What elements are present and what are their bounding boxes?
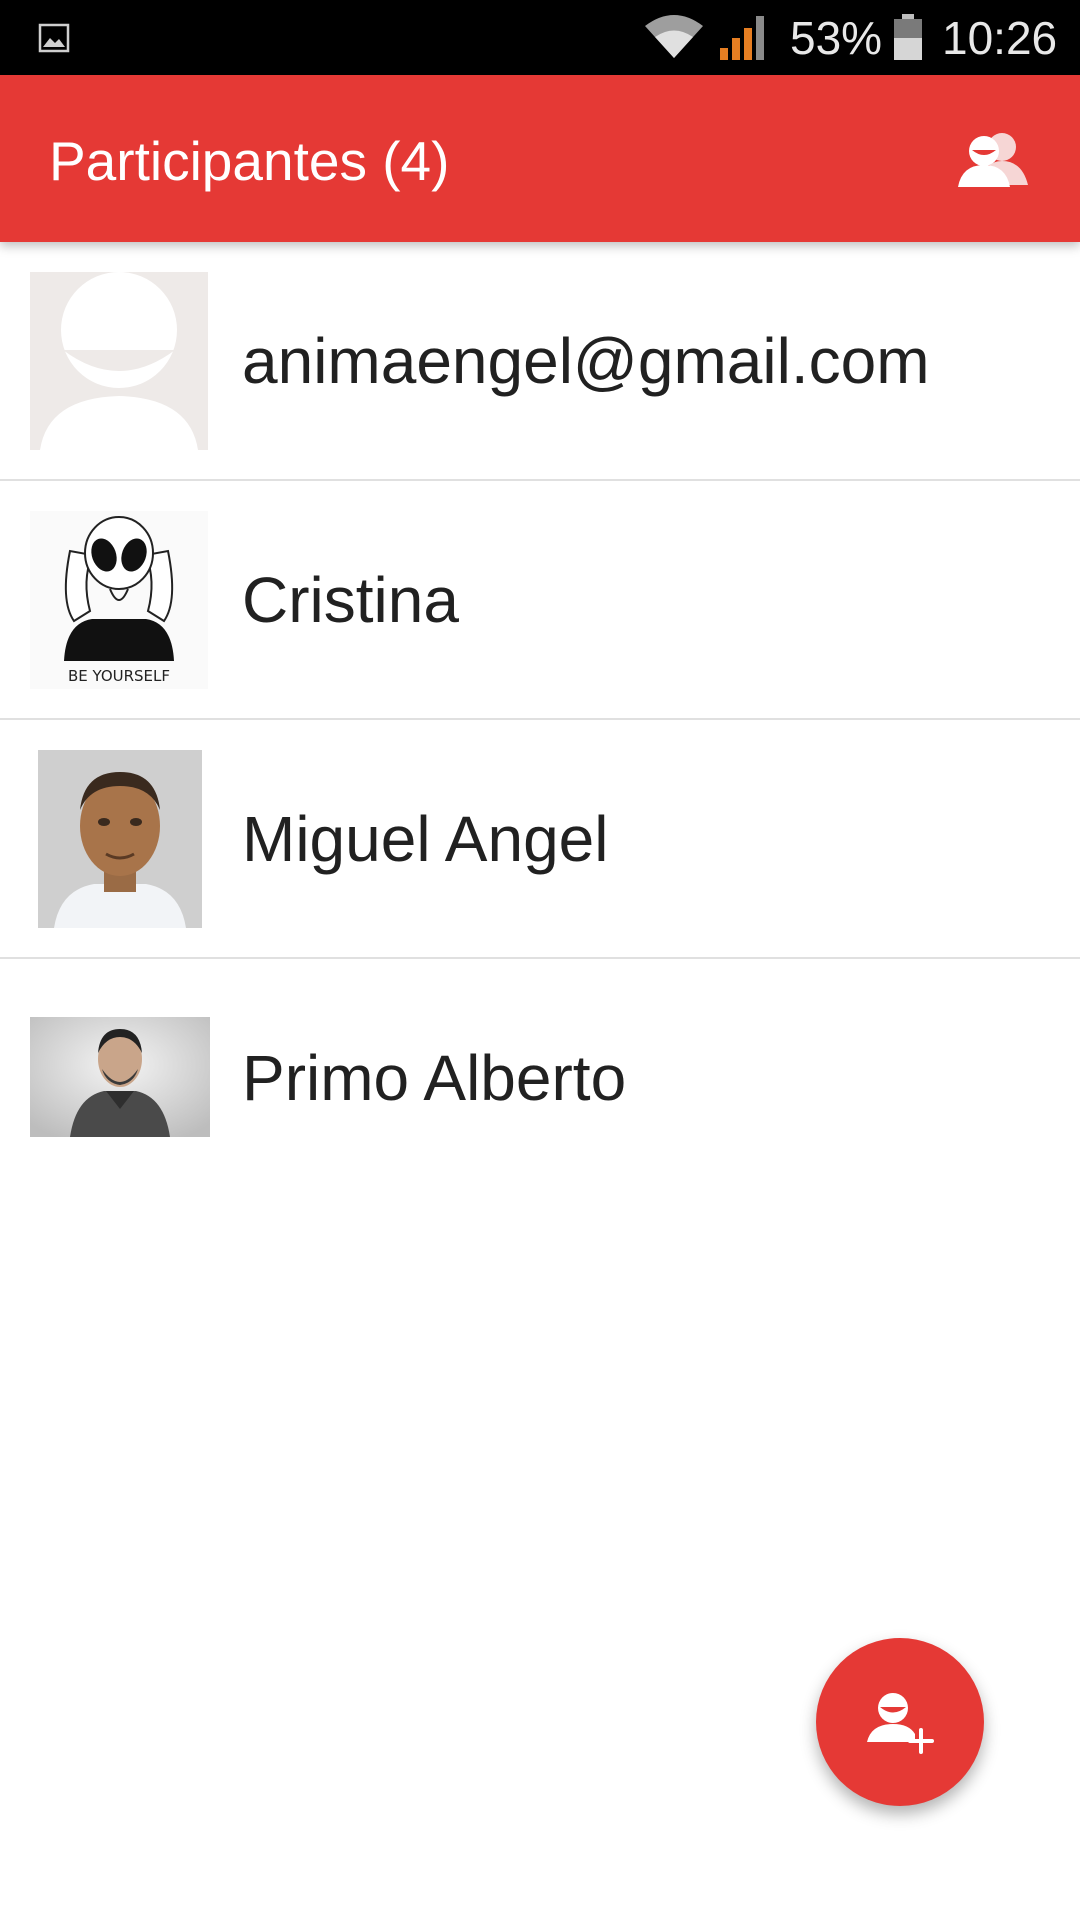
participant-name: Cristina bbox=[242, 564, 459, 636]
add-participant-button[interactable] bbox=[816, 1638, 984, 1806]
add-person-icon bbox=[867, 1693, 934, 1754]
list-item[interactable]: BE YOURSELF Cristina bbox=[0, 481, 1080, 720]
default-avatar-icon bbox=[30, 272, 208, 450]
participant-name: Miguel Angel bbox=[242, 803, 609, 875]
clock: 10:26 bbox=[942, 12, 1058, 64]
participant-name: animaengel@gmail.com bbox=[242, 325, 930, 397]
wifi-icon bbox=[645, 15, 703, 58]
avatar: BE YOURSELF bbox=[30, 511, 208, 689]
alien-avatar-icon: BE YOURSELF bbox=[30, 511, 208, 689]
list-item[interactable]: animaengel@gmail.com bbox=[0, 242, 1080, 481]
status-bar: 53% 10:26 bbox=[0, 0, 1080, 75]
gallery-icon bbox=[38, 23, 70, 53]
participants-list: animaengel@gmail.com BE YOURSELF Cristin… bbox=[0, 242, 1080, 1198]
page-title: Participantes (4) bbox=[49, 130, 450, 192]
group-button[interactable] bbox=[948, 119, 1038, 199]
battery-percent: 53% bbox=[790, 12, 883, 64]
photo-avatar-icon bbox=[30, 1017, 210, 1137]
avatar bbox=[30, 272, 208, 450]
avatar bbox=[38, 750, 202, 928]
list-item[interactable]: Miguel Angel bbox=[0, 720, 1080, 959]
avatar-caption: BE YOURSELF bbox=[68, 667, 170, 685]
photo-avatar-icon bbox=[38, 750, 202, 928]
avatar bbox=[30, 1017, 210, 1137]
signal-icon bbox=[720, 16, 764, 60]
app-bar: Participantes (4) bbox=[0, 75, 1080, 242]
list-item[interactable]: Primo Alberto bbox=[0, 959, 1080, 1198]
participant-name: Primo Alberto bbox=[242, 1042, 627, 1114]
battery-icon bbox=[894, 14, 922, 60]
group-icon bbox=[958, 133, 1028, 187]
